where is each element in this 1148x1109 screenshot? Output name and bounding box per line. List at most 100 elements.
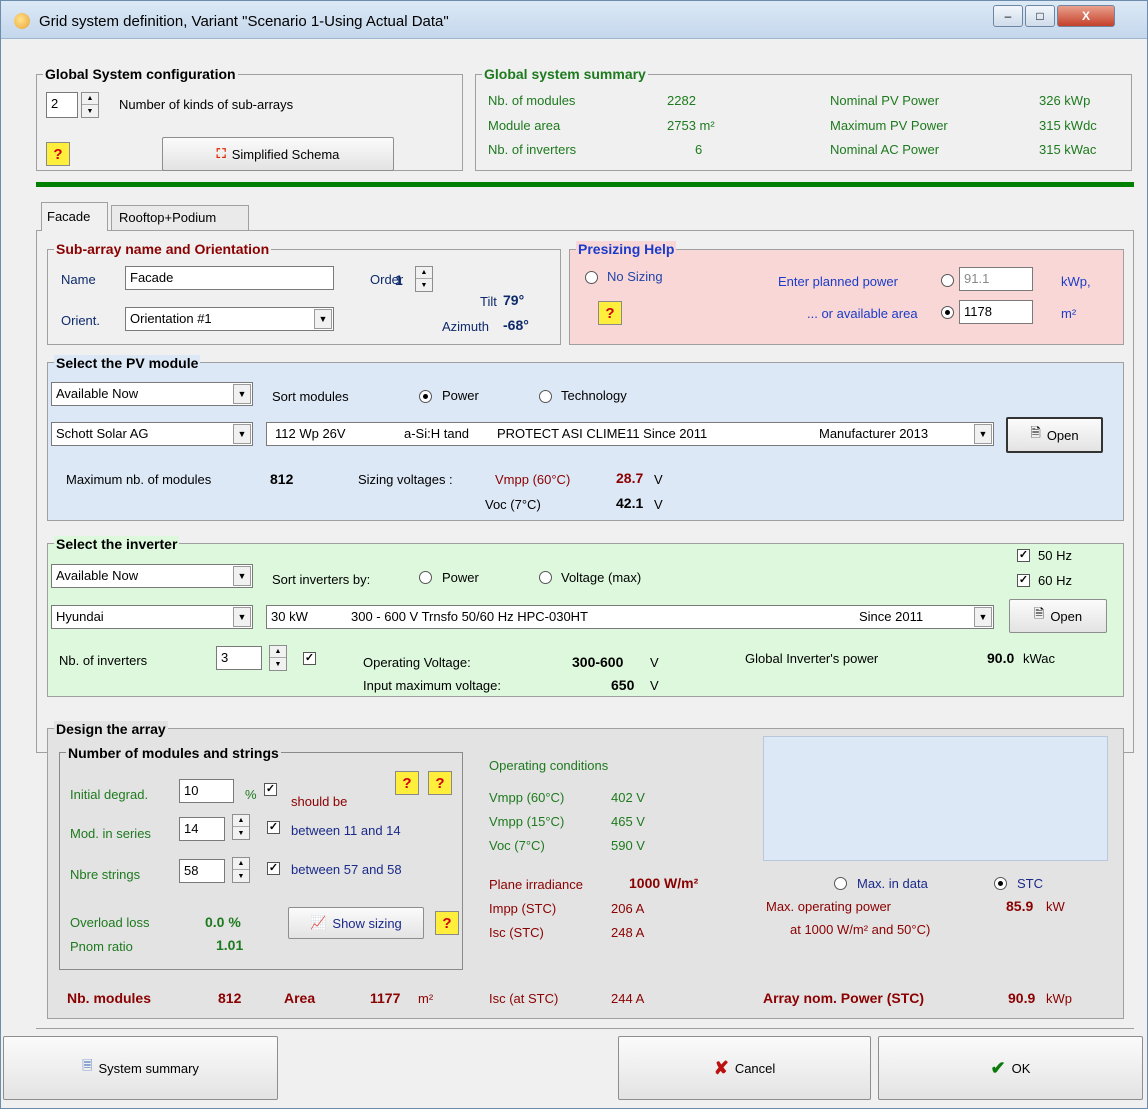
vmpp60-label: Vmpp (60°C)	[489, 790, 565, 805]
strings-input[interactable]: 58	[179, 859, 225, 883]
inverter-manufacturer-dropdown[interactable]: Hyundai ▼	[51, 605, 253, 629]
degrad-input[interactable]: 10	[179, 779, 234, 803]
tab-rooftop-podium[interactable]: Rooftop+Podium	[111, 205, 249, 230]
pv-sort-label: Sort modules	[272, 389, 349, 404]
pv-max-modules-value: 812	[270, 471, 294, 487]
inverter-open-label: Open	[1050, 608, 1083, 624]
help-icon[interactable]: ?	[395, 771, 419, 795]
kinds-subarrays-input[interactable]: 2	[46, 92, 78, 118]
kinds-subarrays-label: Number of kinds of sub-arrays	[119, 97, 294, 112]
chevron-down-icon: ▼	[233, 384, 251, 404]
maximize-button[interactable]: □	[1025, 5, 1055, 27]
vmpp15-label: Vmpp (15°C)	[489, 814, 565, 829]
isc-at-label: Isc (at STC)	[489, 991, 559, 1006]
planned-power-label: Enter planned power	[778, 274, 898, 289]
isc-value: 248 A	[611, 925, 645, 940]
inverter-sort-label: Sort inverters by:	[272, 572, 371, 587]
stc-radio[interactable]	[994, 877, 1007, 890]
inverter-filter-value: Available Now	[56, 568, 139, 583]
input-max-voltage-value: 650	[611, 677, 635, 693]
tilt-value: 79°	[503, 292, 525, 308]
minimize-button[interactable]: –	[993, 5, 1023, 27]
orientation-dropdown[interactable]: Orientation #1 ▼	[125, 307, 334, 331]
pv-module-dropdown[interactable]: 112 Wp 26V a-Si:H tand PROTECT ASI CLIME…	[266, 422, 994, 446]
series-spinner[interactable]: ▲ ▼	[232, 814, 250, 840]
inverter-model-dropdown[interactable]: 30 kW 300 - 600 V Trnsfo 50/60 Hz HPC-03…	[266, 605, 994, 629]
simplified-schema-button[interactable]: ⛶ Simplified Schema	[162, 137, 394, 171]
footer-divider	[36, 1028, 1134, 1029]
series-input[interactable]: 14	[179, 817, 225, 841]
pv-sort-technology-radio[interactable]	[539, 390, 552, 403]
name-input[interactable]: Facade	[125, 266, 334, 290]
inverter-sort-power-radio[interactable]	[419, 571, 432, 584]
cancel-button[interactable]: ✘ Cancel	[618, 1036, 871, 1100]
degrad-checkbox[interactable]: ✓	[264, 783, 277, 796]
planned-power-radio[interactable]	[941, 274, 954, 287]
op-conditions-title: Operating conditions	[489, 758, 609, 773]
hz50-checkbox[interactable]: ✓	[1017, 549, 1030, 562]
pv-manufacturer-value: Schott Solar AG	[56, 426, 149, 441]
planned-power-unit: kWp,	[1061, 274, 1091, 289]
isc-label: Isc (STC)	[489, 925, 544, 940]
hz60-checkbox[interactable]: ✓	[1017, 574, 1030, 587]
pv-open-button[interactable]: 🗎 Open	[1006, 417, 1103, 453]
max-op-power-conditions: at 1000 W/m² and 50°C)	[790, 922, 931, 937]
presizing-help-icon[interactable]: ?	[598, 301, 622, 325]
pv-module-tech: a-Si:H tand	[404, 426, 470, 441]
summary-nom-ac-label: Nominal AC Power	[830, 142, 940, 157]
available-area-label: ... or available area	[807, 306, 918, 321]
max-in-data-radio[interactable]	[834, 877, 847, 890]
nb-inverters-input[interactable]: 3	[216, 646, 262, 670]
order-spinner[interactable]: ▲ ▼	[415, 266, 433, 292]
presizing-legend: Presizing Help	[576, 241, 677, 257]
area-unit: m²	[418, 991, 434, 1006]
separator-line	[36, 182, 1134, 187]
nb-inverters-spinner[interactable]: ▲ ▼	[269, 645, 287, 671]
pv-module-source: Manufacturer 2013	[819, 426, 929, 441]
pv-sort-power-radio[interactable]	[419, 390, 432, 403]
help-icon[interactable]: ?	[428, 771, 452, 795]
op-voltage-label: Operating Voltage:	[363, 655, 471, 670]
nb-inverters-checkbox[interactable]: ✓	[303, 652, 316, 665]
subarray-legend: Sub-array name and Orientation	[54, 241, 272, 257]
no-sizing-label: No Sizing	[607, 269, 663, 284]
inverter-sort-voltage-radio[interactable]	[539, 571, 552, 584]
available-area-radio[interactable]	[941, 306, 954, 319]
summary-max-pv-value: 315 kWdc	[1039, 118, 1097, 133]
available-area-input[interactable]: 1178	[959, 300, 1033, 324]
pv-manufacturer-dropdown[interactable]: Schott Solar AG ▼	[51, 422, 253, 446]
strings-spinner[interactable]: ▲ ▼	[232, 857, 250, 883]
pnom-value: 1.01	[216, 937, 244, 953]
pv-open-label: Open	[1046, 427, 1079, 443]
help-icon[interactable]: ?	[435, 911, 459, 935]
show-sizing-button[interactable]: 📈 Show sizing	[288, 907, 424, 939]
design-legend: Design the array	[54, 721, 168, 737]
degrad-label: Initial degrad.	[70, 787, 149, 802]
inverter-legend: Select the inverter	[54, 536, 180, 552]
no-sizing-radio[interactable]	[585, 271, 598, 284]
nom-power-label: Array nom. Power (STC)	[763, 990, 925, 1006]
kinds-subarrays-spinner[interactable]: ▲ ▼	[81, 92, 99, 118]
nom-power-value: 90.9	[1008, 990, 1036, 1006]
strings-checkbox[interactable]: ✓	[267, 862, 280, 875]
help-icon[interactable]: ?	[46, 142, 70, 166]
inverter-power: 30 kW	[271, 609, 308, 624]
hz50-label: 50 Hz	[1038, 548, 1072, 563]
cancel-icon: ✘	[713, 1057, 729, 1078]
inverter-filter-dropdown[interactable]: Available Now ▼	[51, 564, 253, 588]
series-checkbox[interactable]: ✓	[267, 821, 280, 834]
summary-nom-ac-value: 315 kWac	[1039, 142, 1097, 157]
ok-button[interactable]: ✔ OK	[878, 1036, 1143, 1100]
system-summary-button[interactable]: 🗏 System summary	[3, 1036, 278, 1100]
inverter-open-button[interactable]: 🗎 Open	[1009, 599, 1107, 633]
available-area-unit: m²	[1061, 306, 1077, 321]
degrad-unit: %	[245, 787, 257, 802]
pv-module-legend: Select the PV module	[54, 355, 201, 371]
summary-legend: Global system summary	[482, 66, 648, 82]
name-label: Name	[61, 272, 96, 287]
planned-power-input[interactable]: 91.1	[959, 267, 1033, 291]
window-title: Grid system definition, Variant "Scenari…	[39, 13, 449, 30]
close-button[interactable]: X	[1057, 5, 1115, 27]
tab-facade[interactable]: Facade	[41, 202, 108, 231]
pv-filter-dropdown[interactable]: Available Now ▼	[51, 382, 253, 406]
